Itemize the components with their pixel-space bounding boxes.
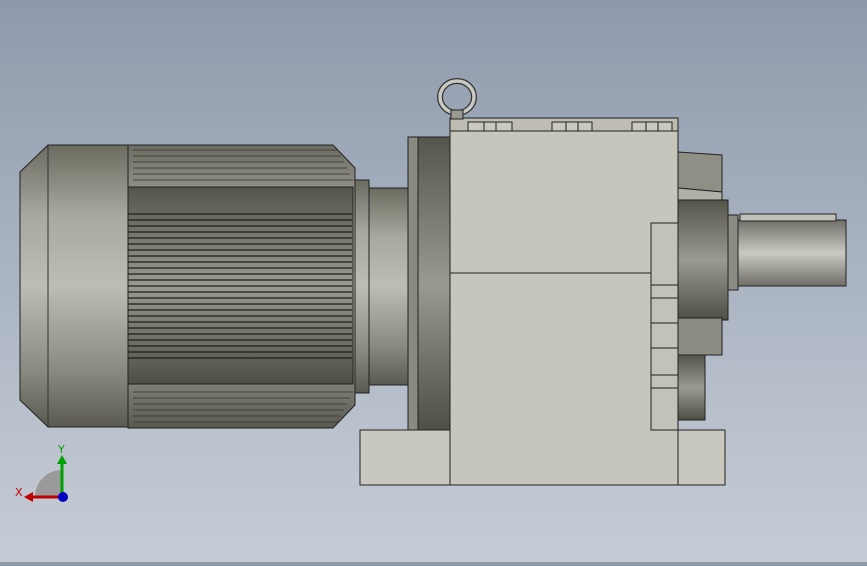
lifting-eye	[437, 78, 477, 120]
output-shaft	[727, 213, 847, 291]
cad-viewport[interactable]: X Y	[0, 0, 867, 562]
output-cover	[677, 151, 729, 421]
model-drawing	[19, 78, 847, 502]
motor-housing	[127, 144, 356, 429]
fan-cover	[19, 144, 129, 428]
motor-adaptor	[354, 179, 410, 394]
y-axis-label: Y	[58, 443, 65, 456]
coordinate-triad	[24, 455, 68, 502]
gear-housing	[449, 117, 679, 486]
gear-flange	[407, 136, 451, 432]
x-axis-label: X	[15, 486, 23, 499]
